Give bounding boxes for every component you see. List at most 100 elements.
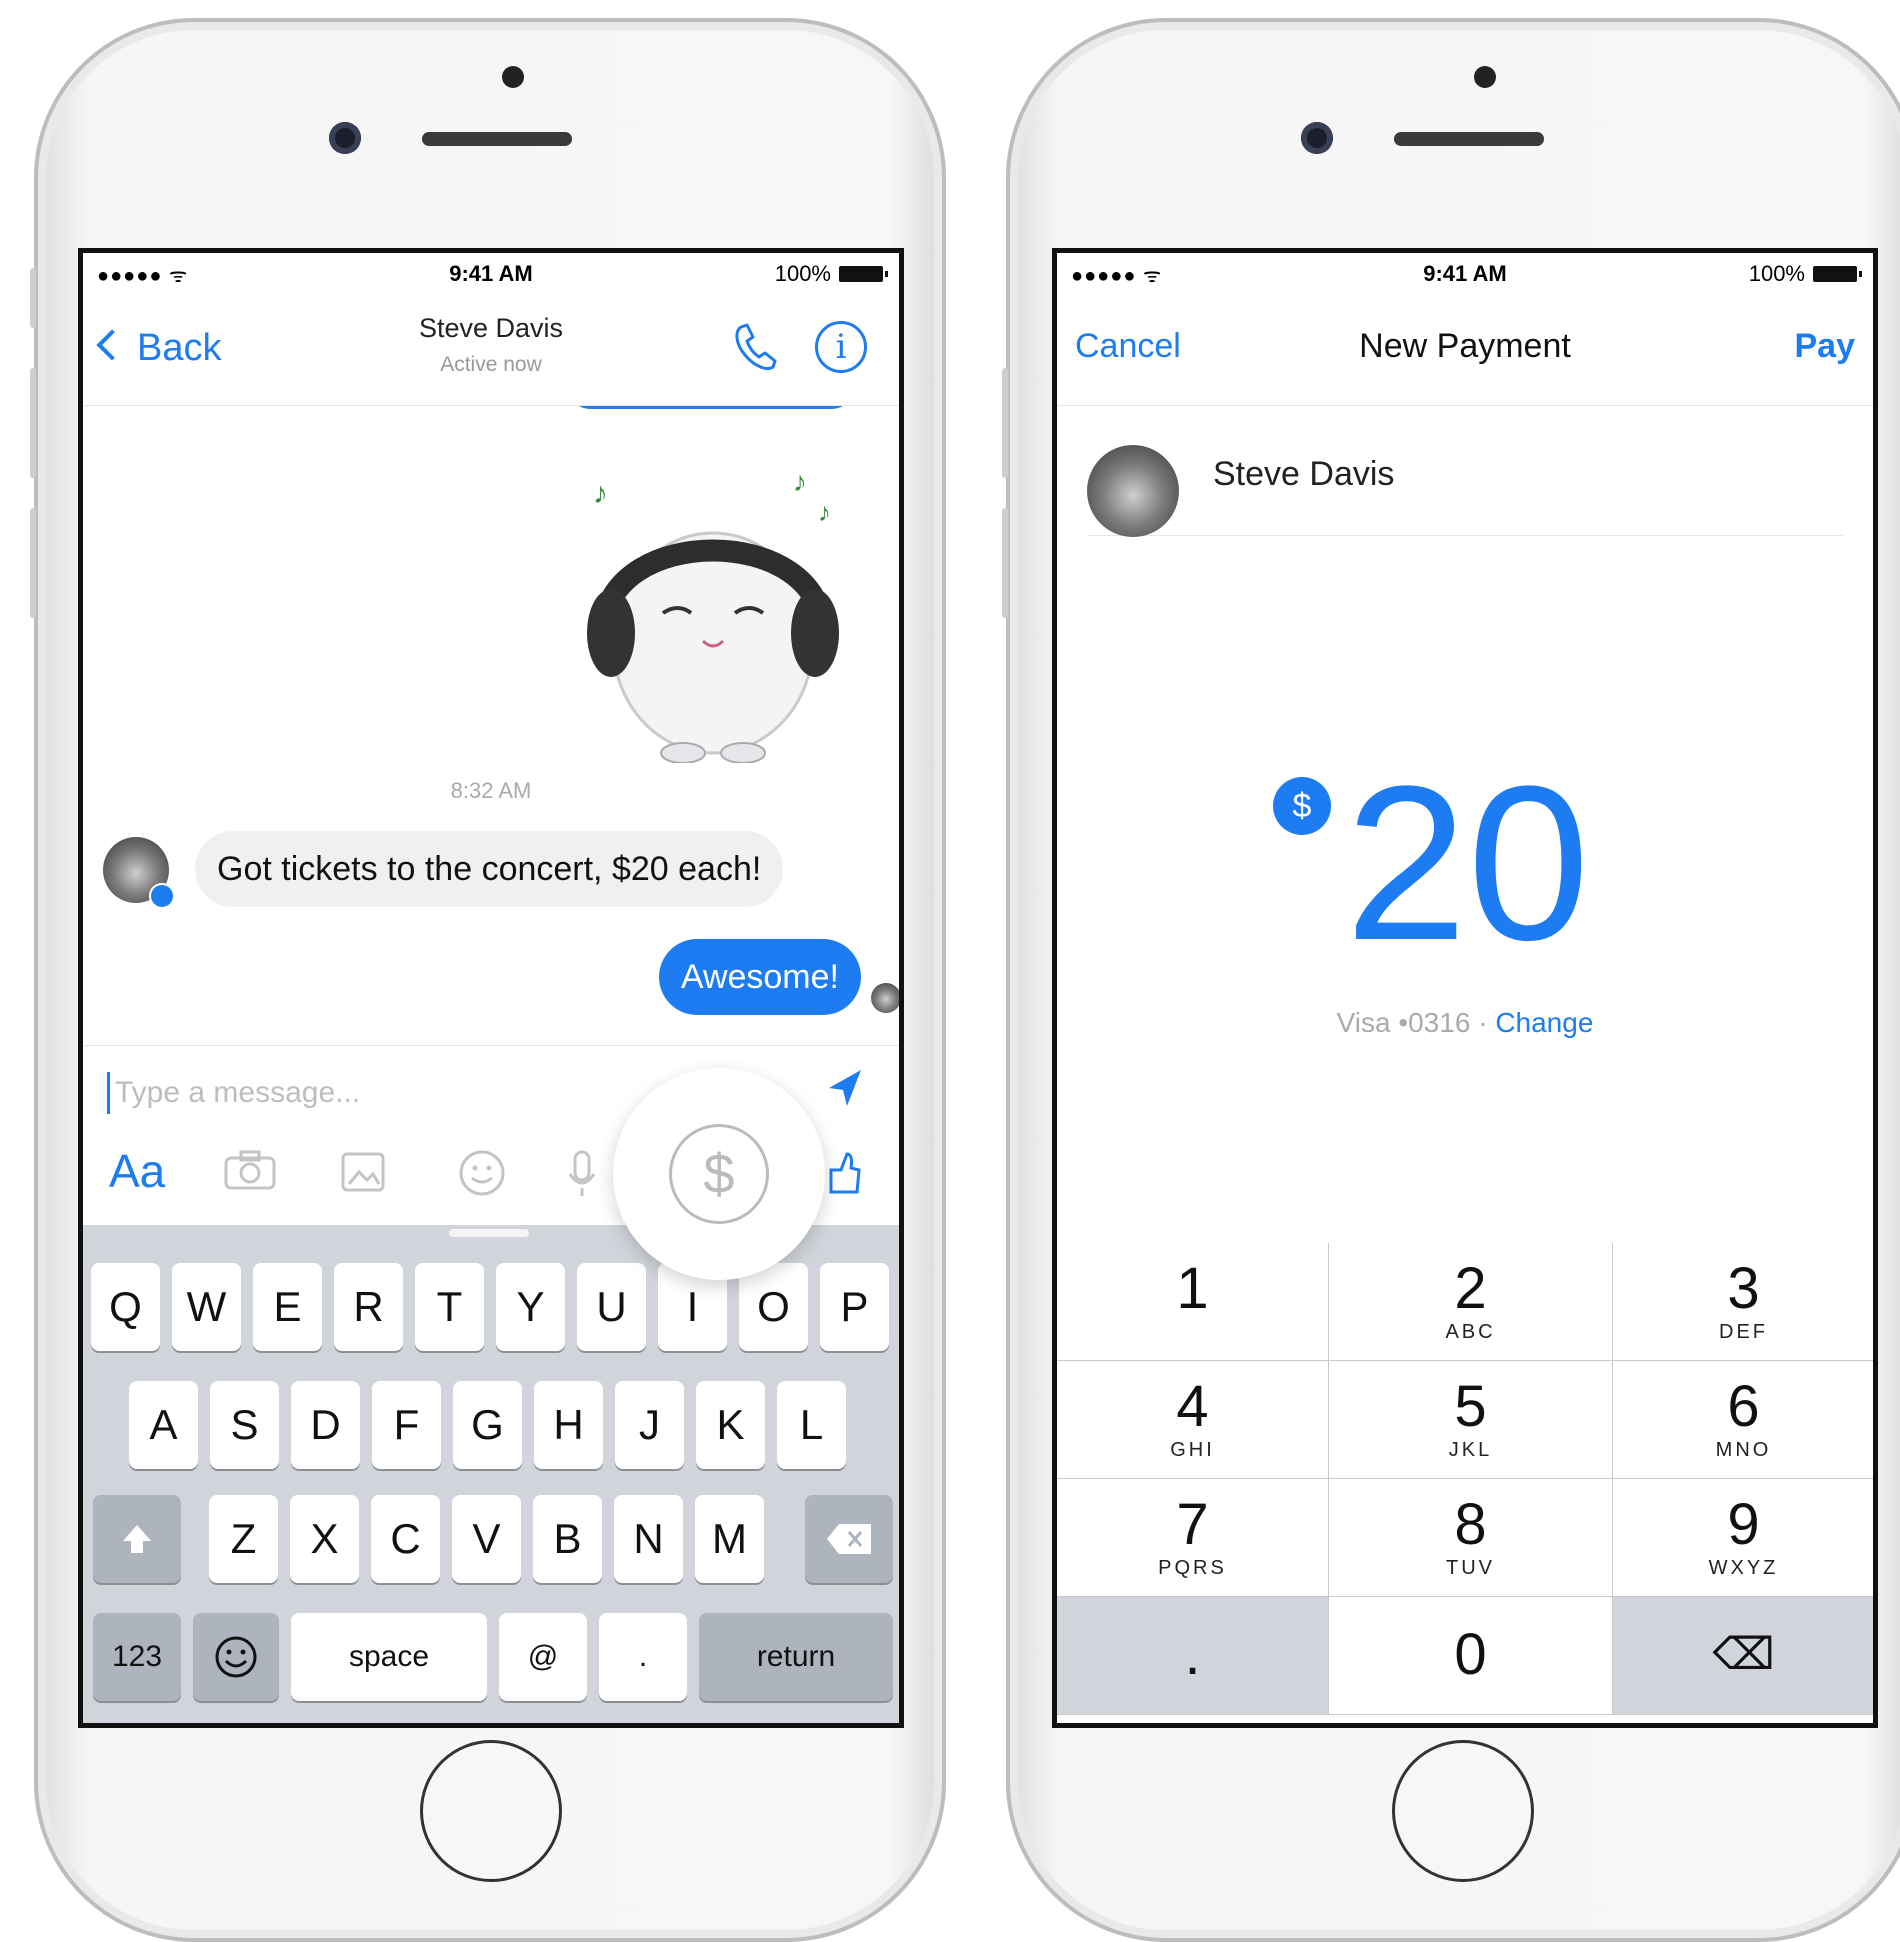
send-icon[interactable] <box>825 1066 865 1110</box>
numbers-key[interactable]: 123 <box>93 1613 181 1701</box>
key-j[interactable]: J <box>615 1381 684 1469</box>
keypad-decimal-key[interactable]: . <box>1057 1597 1329 1715</box>
recipient-avatar <box>1087 445 1179 537</box>
text-cursor <box>107 1072 110 1114</box>
headphones-sticker[interactable]: ♪ ♪ ♪ <box>563 463 863 763</box>
microphone-icon[interactable] <box>567 1148 597 1198</box>
battery-icon <box>1813 266 1862 282</box>
shift-key[interactable] <box>93 1495 181 1583</box>
keypad-key-5[interactable]: 5 JKL <box>1329 1361 1613 1479</box>
gallery-icon[interactable] <box>339 1148 389 1196</box>
volume-down-button <box>1002 508 1008 618</box>
payment-screen: ●●●●● ᯤ 9:41 AM 100% Cancel New Payment … <box>1052 248 1878 1728</box>
outgoing-message-bubble[interactable]: Awesome! <box>658 939 861 1015</box>
keypad-digit: 9 <box>1727 1492 1760 1557</box>
keypad-key-0[interactable]: 0 <box>1329 1597 1613 1715</box>
key-n[interactable]: N <box>614 1495 683 1583</box>
change-card-link[interactable]: Change <box>1495 1007 1593 1038</box>
dollar-icon: $ <box>669 1124 769 1224</box>
key-v[interactable]: V <box>452 1495 521 1583</box>
keypad-letters: TUV <box>1446 1557 1495 1579</box>
camera-icon[interactable] <box>223 1148 277 1192</box>
recipient-name: Steve Davis <box>1213 455 1395 493</box>
svg-text:♪: ♪ <box>793 466 807 497</box>
battery-icon <box>839 266 888 282</box>
key-q[interactable]: Q <box>91 1263 160 1351</box>
svg-text:♪: ♪ <box>593 477 608 510</box>
space-key[interactable]: space <box>291 1613 487 1701</box>
key-o[interactable]: O <box>739 1263 808 1351</box>
key-p[interactable]: P <box>820 1263 889 1351</box>
keypad-key-7[interactable]: 7 PQRS <box>1057 1479 1329 1597</box>
key-s[interactable]: S <box>210 1381 279 1469</box>
status-bar: ●●●●● ᯤ 9:41 AM 100% <box>1057 253 1873 293</box>
keypad-key-1[interactable]: 1 <box>1057 1243 1329 1361</box>
key-b[interactable]: B <box>533 1495 602 1583</box>
pay-button[interactable]: Pay <box>1795 327 1856 366</box>
left-phone: ●●●●● ᯤ 9:41 AM 100% Back Steve Davis Ac… <box>30 18 946 1942</box>
at-key[interactable]: @ <box>499 1613 587 1701</box>
home-button[interactable] <box>420 1740 562 1882</box>
key-z[interactable]: Z <box>209 1495 278 1583</box>
key-k[interactable]: K <box>696 1381 765 1469</box>
keypad-digit: 6 <box>1727 1374 1760 1439</box>
keypad-key-8[interactable]: 8 TUV <box>1329 1479 1613 1597</box>
text-format-button[interactable]: Aa <box>109 1144 165 1198</box>
like-icon[interactable] <box>827 1148 861 1196</box>
delete-key[interactable] <box>805 1495 893 1583</box>
incoming-message-bubble[interactable]: Got tickets to the concert, $20 each! <box>195 831 784 907</box>
key-d[interactable]: D <box>291 1381 360 1469</box>
key-f[interactable]: F <box>372 1381 441 1469</box>
volume-up-button <box>30 368 36 478</box>
return-key[interactable]: return <box>699 1613 893 1701</box>
key-m[interactable]: M <box>695 1495 764 1583</box>
volume-up-button <box>1002 368 1008 478</box>
key-g[interactable]: G <box>453 1381 522 1469</box>
payment-button[interactable]: $ <box>613 1068 825 1280</box>
svg-text:♪: ♪ <box>818 497 831 527</box>
earpiece-speaker <box>1394 132 1544 146</box>
proximity-sensor <box>1474 66 1496 88</box>
key-e[interactable]: E <box>253 1263 322 1351</box>
key-h[interactable]: H <box>534 1381 603 1469</box>
keypad-letters: ABC <box>1445 1321 1496 1343</box>
keyboard: QWERTYUIOP ASDFGHJKL ZXCVBNM 123 space @… <box>83 1225 899 1723</box>
key-l[interactable]: L <box>777 1381 846 1469</box>
period-key[interactable]: . <box>599 1613 687 1701</box>
keypad-letters: PQRS <box>1158 1557 1227 1579</box>
key-c[interactable]: C <box>371 1495 440 1583</box>
shift-icon <box>123 1525 151 1553</box>
keypad-digit: 4 <box>1176 1374 1209 1439</box>
key-r[interactable]: R <box>334 1263 403 1351</box>
keypad-digit: 1 <box>1176 1256 1209 1321</box>
key-x[interactable]: X <box>290 1495 359 1583</box>
message-input[interactable]: Type a message... <box>115 1076 360 1110</box>
status-bar: ●●●●● ᯤ 9:41 AM 100% <box>83 253 899 293</box>
key-w[interactable]: W <box>172 1263 241 1351</box>
info-icon[interactable]: i <box>815 321 867 373</box>
keyboard-grabber[interactable] <box>449 1229 529 1237</box>
home-button[interactable] <box>1392 1740 1534 1882</box>
key-y[interactable]: Y <box>496 1263 565 1351</box>
payment-amount: 20 <box>1345 740 1590 986</box>
keypad-digit: 3 <box>1727 1256 1760 1321</box>
emoji-key[interactable] <box>193 1613 279 1701</box>
key-a[interactable]: A <box>129 1381 198 1469</box>
keypad-delete-key[interactable]: ⌫ <box>1613 1597 1873 1715</box>
backspace-icon <box>827 1524 871 1554</box>
keypad-digit: 8 <box>1454 1492 1487 1557</box>
recipient-row[interactable]: Steve Davis <box>1087 415 1843 537</box>
emoji-icon[interactable] <box>457 1148 507 1198</box>
key-u[interactable]: U <box>577 1263 646 1351</box>
seen-avatar <box>871 983 899 1013</box>
phone-call-icon[interactable] <box>731 321 781 375</box>
keypad-digit: . <box>1184 1622 1201 1687</box>
proximity-sensor <box>502 66 524 88</box>
keypad-key-4[interactable]: 4 GHI <box>1057 1361 1329 1479</box>
key-t[interactable]: T <box>415 1263 484 1351</box>
payment-nav-bar: Cancel New Payment Pay <box>1057 293 1873 406</box>
keypad-key-6[interactable]: 6 MNO <box>1613 1361 1873 1479</box>
keypad-key-9[interactable]: 9 WXYZ <box>1613 1479 1873 1597</box>
keypad-key-2[interactable]: 2 ABC <box>1329 1243 1613 1361</box>
keypad-key-3[interactable]: 3 DEF <box>1613 1243 1873 1361</box>
